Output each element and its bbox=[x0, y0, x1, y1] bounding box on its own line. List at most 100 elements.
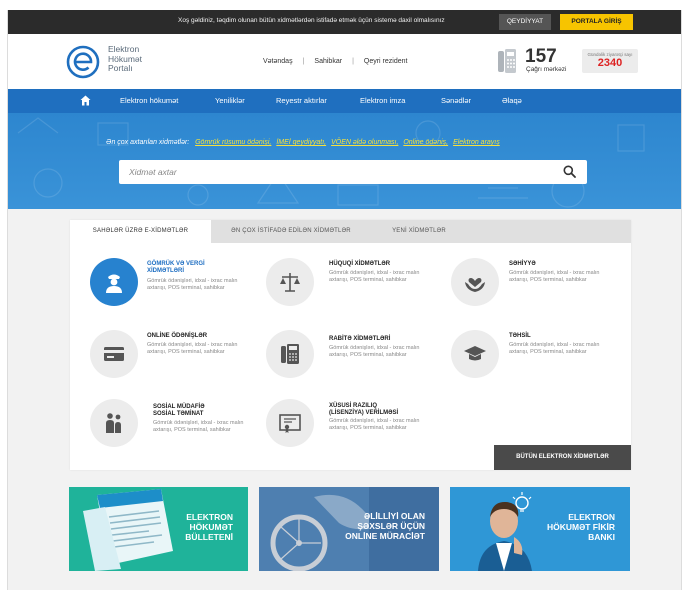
banner-line-2: HÖKUMƏT bbox=[189, 522, 233, 532]
logo-text[interactable]: Elektron Hökumət Portalı bbox=[108, 44, 142, 74]
service-search-input[interactable]: Xidmət axtar bbox=[119, 160, 587, 184]
service-icon-circle bbox=[451, 258, 499, 306]
service-description: Gömrük ödənişləri, idxal - ixrac malın a… bbox=[509, 270, 600, 283]
services-panel: SAHƏLƏR ÜZRƏ E-XİDMƏTLƏR ƏN ÇOX İSTİFADƏ… bbox=[70, 220, 631, 470]
main-nav: Elektron hökumət Yeniliklər Reyestr aktı… bbox=[8, 89, 682, 113]
service-icon-circle bbox=[451, 330, 499, 378]
graduation-cap-icon bbox=[464, 346, 486, 361]
all-e-services-button[interactable]: BÜTÜN ELEKTRON XİDMƏTLƏR bbox=[494, 445, 631, 470]
service-icon-circle bbox=[266, 258, 314, 306]
banner-idea-bank[interactable]: ELEKTRON HÖKUMƏT FİKİR BANKI bbox=[450, 487, 630, 571]
service-title-line-1: XÜSUSİ RAZILIQ bbox=[329, 403, 378, 409]
customs-officer-icon bbox=[106, 274, 122, 293]
nav-separator: | bbox=[302, 58, 305, 65]
banner-text: ELEKTRON HÖKUMƏT BÜLLETENİ bbox=[185, 512, 233, 542]
call-center-number[interactable]: 157 bbox=[525, 46, 557, 68]
banner-e-gov-bulletin[interactable]: ELEKTRON HÖKUMƏT BÜLLETENİ bbox=[69, 487, 248, 571]
audience-nav: Vətəndaş | Sahibkar | Qeyri rezident bbox=[263, 58, 407, 65]
service-icon-circle bbox=[90, 399, 138, 447]
call-center-caption: Çağrı mərkəzi bbox=[526, 66, 567, 73]
register-button[interactable]: QEYDİYYAT bbox=[499, 14, 551, 30]
portal-login-button[interactable]: PORTALA GİRİŞ bbox=[560, 14, 633, 30]
visitors-count: 2340 bbox=[597, 57, 623, 69]
nav-item-documents[interactable]: Sənədlər bbox=[441, 96, 471, 105]
daily-visitors-box: Gündəlik ziyarətçi sayı 2340 bbox=[582, 49, 638, 73]
service-title-line-1: GÖMRÜK VƏ VERGİ bbox=[147, 261, 205, 267]
banner-line-3: ONLİNE MÜRACİƏT bbox=[345, 531, 425, 541]
search-icon[interactable] bbox=[563, 165, 576, 178]
certificate-icon bbox=[279, 414, 301, 433]
family-icon bbox=[106, 413, 121, 433]
banner-line-2: ŞƏXSLƏR ÜÇÜN bbox=[357, 521, 425, 531]
nav-item-contact[interactable]: Əlaqə bbox=[502, 96, 522, 105]
thinking-man-illustration bbox=[478, 492, 532, 571]
service-icon-circle bbox=[266, 330, 314, 378]
call-center-phone-icon bbox=[498, 49, 516, 73]
service-description: Gömrük ödənişləri, idxal - ixrac malın a… bbox=[509, 342, 600, 355]
banner-line-3: BÜLLETENİ bbox=[185, 532, 233, 542]
popular-services: Ən çox axtarılan xidmətlər: Gömrük rüsum… bbox=[106, 139, 503, 146]
search-placeholder: Xidmət axtar bbox=[129, 167, 177, 177]
header: Elektron Hökumət Portalı Vətəndaş | Sahibk… bbox=[8, 34, 682, 89]
service-title: XÜSUSİ RAZILIQ (LİSENZİYA) VERİLMƏSİ bbox=[329, 403, 398, 417]
e-gov-logo-icon[interactable] bbox=[66, 45, 100, 79]
popular-services-label: Ən çox axtarılan xidmətlər: bbox=[106, 139, 190, 146]
home-icon[interactable] bbox=[80, 95, 91, 106]
service-title: HÜQUQİ XİDMƏTLƏR bbox=[329, 261, 391, 267]
service-title: ONLİNE ÖDƏNİŞLƏR bbox=[147, 333, 208, 339]
popular-link-customs[interactable]: Gömrük rüsumu ödənişi, bbox=[195, 139, 271, 146]
tab-services-by-sector[interactable]: SAHƏLƏR ÜZRƏ E-XİDMƏTLƏR bbox=[70, 220, 211, 243]
service-description: Gömrük ödənişləri, idxal - ixrac malın a… bbox=[147, 278, 238, 291]
service-description: Gömrük ödənişləri, idxal - ixrac malın a… bbox=[329, 418, 420, 431]
service-icon-circle bbox=[266, 399, 314, 447]
banner-disability-application[interactable]: ƏLİLLİYİ OLAN ŞƏXSLƏR ÜÇÜN ONLİNE MÜRACİ… bbox=[259, 487, 439, 571]
nav-separator: | bbox=[352, 58, 354, 65]
popular-link-voen[interactable]: VÖEN əldə olunması, bbox=[331, 139, 398, 146]
top-bar: Xoş gəldiniz, təqdim olunan bütün xidmət… bbox=[8, 10, 682, 34]
banner-text: ƏLİLLİYİ OLAN ŞƏXSLƏR ÜÇÜN ONLİNE MÜRACİ… bbox=[345, 511, 425, 541]
service-title: GÖMRÜK VƏ VERGİ XİDMƏTLƏRİ bbox=[147, 261, 205, 275]
nav-citizen-link[interactable]: Vətəndaş bbox=[263, 58, 293, 65]
nav-entrepreneur-link[interactable]: Sahibkar bbox=[314, 58, 342, 65]
visitors-caption: Gündəlik ziyarətçi sayı bbox=[587, 52, 633, 57]
bulletin-document-illustration bbox=[83, 489, 173, 571]
card-icon bbox=[104, 347, 124, 361]
nav-item-registries[interactable]: Reyestr aktırlar bbox=[276, 96, 327, 105]
service-title-line-2: SOSİAL TƏMİNAT bbox=[153, 411, 204, 417]
service-title-line-2: (LİSENZİYA) VERİLMƏSİ bbox=[329, 410, 399, 416]
phone-icon bbox=[281, 344, 299, 364]
service-icon-circle bbox=[90, 330, 138, 378]
service-title: RABİTƏ XİDMƏTLƏRİ bbox=[329, 336, 391, 342]
service-title-line-1: SOSİAL MÜDAFİƏ bbox=[153, 404, 205, 410]
service-description: Gömrük ödənişləri, idxal - ixrac malın a… bbox=[329, 270, 420, 283]
search-hero: Ən çox axtarılan xidmətlər: Gömrük rüsum… bbox=[8, 113, 682, 209]
service-title-line-2: XİDMƏTLƏRİ bbox=[147, 268, 185, 274]
nav-item-news[interactable]: Yeniliklər bbox=[215, 96, 245, 105]
service-title: TƏHSİL bbox=[509, 333, 531, 339]
page: Xoş gəldiniz, təqdim olunan bütün xidmət… bbox=[0, 0, 689, 590]
service-icon-circle bbox=[90, 258, 138, 306]
service-title: SOSİAL MÜDAFİƏ SOSİAL TƏMİNAT bbox=[153, 404, 205, 418]
welcome-message: Xoş gəldiniz, təqdim olunan bütün xidmət… bbox=[178, 17, 445, 24]
service-description: Gömrük ödənişləri, idxal - ixrac malın a… bbox=[147, 342, 238, 355]
service-title: SƏHİYYƏ bbox=[509, 261, 536, 267]
popular-link-e-reference[interactable]: Elektron arayış bbox=[453, 139, 500, 146]
popular-link-imei[interactable]: İMEİ qeydiyyatı, bbox=[276, 139, 326, 146]
banner-text: ELEKTRON HÖKUMƏT FİKİR BANKI bbox=[547, 512, 615, 542]
logo-line-3: Portalı bbox=[108, 63, 133, 73]
tab-new-services[interactable]: YENİ XİDMƏTLƏR bbox=[376, 220, 462, 243]
nav-nonresident-link[interactable]: Qeyri rezident bbox=[364, 58, 408, 65]
banner-line-1: ELEKTRON bbox=[568, 512, 615, 522]
banner-line-2: HÖKUMƏT FİKİR bbox=[546, 522, 615, 532]
banner-line-1: ƏLİLLİYİ OLAN bbox=[364, 511, 425, 521]
service-description: Gömrük ödənişləri, idxal - ixrac malın a… bbox=[153, 420, 244, 433]
nav-item-e-signature[interactable]: Elektron imza bbox=[360, 96, 405, 105]
banner-line-1: ELEKTRON bbox=[186, 512, 233, 522]
scales-icon bbox=[280, 273, 300, 292]
banner-line-3: BANKI bbox=[588, 532, 615, 542]
tab-most-used-services[interactable]: ƏN ÇOX İSTİFADƏ EDİLƏN XİDMƏTLƏR bbox=[216, 220, 366, 243]
service-description: Gömrük ödənişləri, idxal - ixrac malın a… bbox=[329, 345, 420, 358]
services-tabs: SAHƏLƏR ÜZRƏ E-XİDMƏTLƏR ƏN ÇOX İSTİFADƏ… bbox=[70, 220, 631, 243]
popular-link-online-payment[interactable]: Online ödəniş, bbox=[403, 139, 448, 146]
nav-item-e-government[interactable]: Elektron hökumət bbox=[120, 96, 178, 105]
